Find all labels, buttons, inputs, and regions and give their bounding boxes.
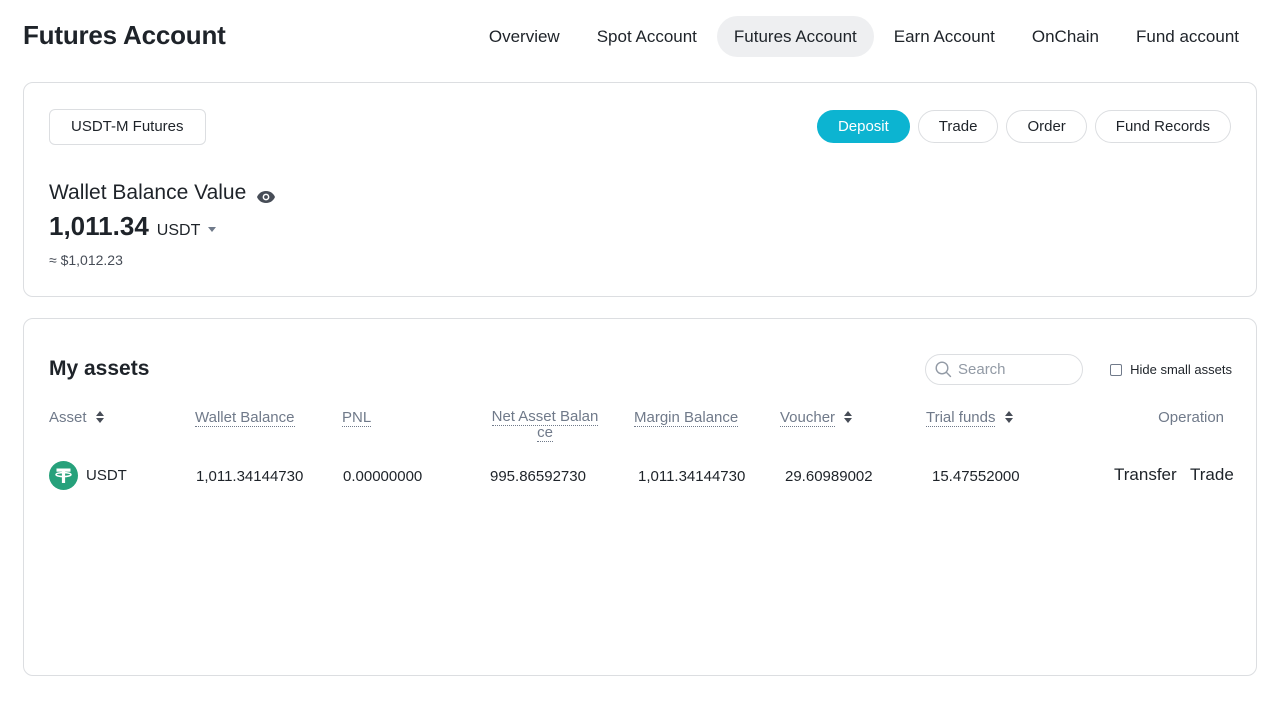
caret-down-icon[interactable] [208,227,217,232]
page-title: Futures Account [23,20,226,50]
column-wallet-balance-label: Wallet Balance [195,409,295,427]
hide-small-assets-label: Hide small assets [1130,362,1232,377]
trade-button[interactable]: Trade [917,110,999,143]
column-voucher[interactable]: Voucher [780,409,853,427]
search-input[interactable] [958,361,1068,378]
voucher-cell: 29.60989002 [785,468,873,485]
fund-records-button[interactable]: Fund Records [1094,110,1231,143]
sort-icon[interactable] [1004,411,1013,423]
balance-actions: Deposit Trade Order Fund Records [809,110,1231,143]
column-net-asset-balance-label: Net Asset Balance [491,408,599,442]
trial-funds-cell: 15.47552000 [932,468,1020,485]
column-net-asset-balance[interactable]: Net Asset Balance [488,408,602,442]
wallet-balance-label: Wallet Balance Value [49,181,247,204]
tab-overview[interactable]: Overview [472,16,577,57]
column-margin-balance[interactable]: Margin Balance [634,409,739,427]
sort-icon[interactable] [844,411,853,423]
column-trial-funds-label: Trial funds [926,409,996,427]
hide-small-assets-toggle[interactable]: Hide small assets [1110,362,1232,377]
column-asset-label: Asset [49,409,87,426]
transfer-link[interactable]: Transfer [1114,465,1177,485]
column-wallet-balance[interactable]: Wallet Balance [195,409,295,427]
column-operation: Operation [1158,409,1224,426]
hide-small-assets-checkbox[interactable] [1110,363,1123,376]
eye-icon[interactable] [256,186,276,203]
balance-card: USDT-M Futures Deposit Trade Order Fund … [23,82,1257,297]
tab-futures-account[interactable]: Futures Account [716,16,874,57]
column-pnl[interactable]: PNL [342,409,372,427]
currency-selector[interactable]: USDT [157,222,201,240]
column-asset[interactable]: Asset [49,409,104,426]
asset-name: USDT [86,467,127,484]
account-tabs: Overview Spot Account Futures Account Ea… [469,16,1256,57]
assets-card: My assets Hide small assets Asset Wallet… [23,318,1257,676]
tab-spot-account[interactable]: Spot Account [580,16,714,57]
deposit-button[interactable]: Deposit [816,110,910,143]
wallet-balance-cell: 1,011.34144730 [196,468,304,485]
tab-onchain[interactable]: OnChain [1015,16,1116,57]
column-trial-funds[interactable]: Trial funds [926,409,1013,427]
tab-fund-account[interactable]: Fund account [1119,16,1256,57]
wallet-balance-heading: Wallet Balance Value [49,181,276,205]
sort-icon[interactable] [95,411,104,423]
row-trade-link[interactable]: Trade [1190,465,1234,485]
pnl-cell: 0.00000000 [343,468,423,485]
margin-balance-cell: 1,011.34144730 [638,468,746,485]
futures-type-button[interactable]: USDT-M Futures [49,109,206,145]
order-button[interactable]: Order [1006,110,1087,143]
column-voucher-label: Voucher [780,409,836,427]
assets-title: My assets [49,357,150,380]
balance-usd-estimate: ≈ $1,012.23 [49,252,123,268]
tab-earn-account[interactable]: Earn Account [877,16,1012,57]
table-row: USDT 1,011.34144730 0.00000000 995.86592… [24,461,1256,493]
net-asset-balance-cell: 995.86592730 [490,468,586,485]
page-header: Futures Account Overview Spot Account Fu… [0,0,1280,74]
asset-cell: USDT [49,461,127,490]
balance-amount: 1,011.34 [49,211,149,241]
tether-icon [49,461,78,490]
search-box[interactable] [925,354,1083,385]
column-margin-balance-label: Margin Balance [634,409,739,427]
column-pnl-label: PNL [342,409,372,427]
wallet-balance-value: 1,011.34 USDT [49,211,217,242]
search-icon [935,361,952,378]
